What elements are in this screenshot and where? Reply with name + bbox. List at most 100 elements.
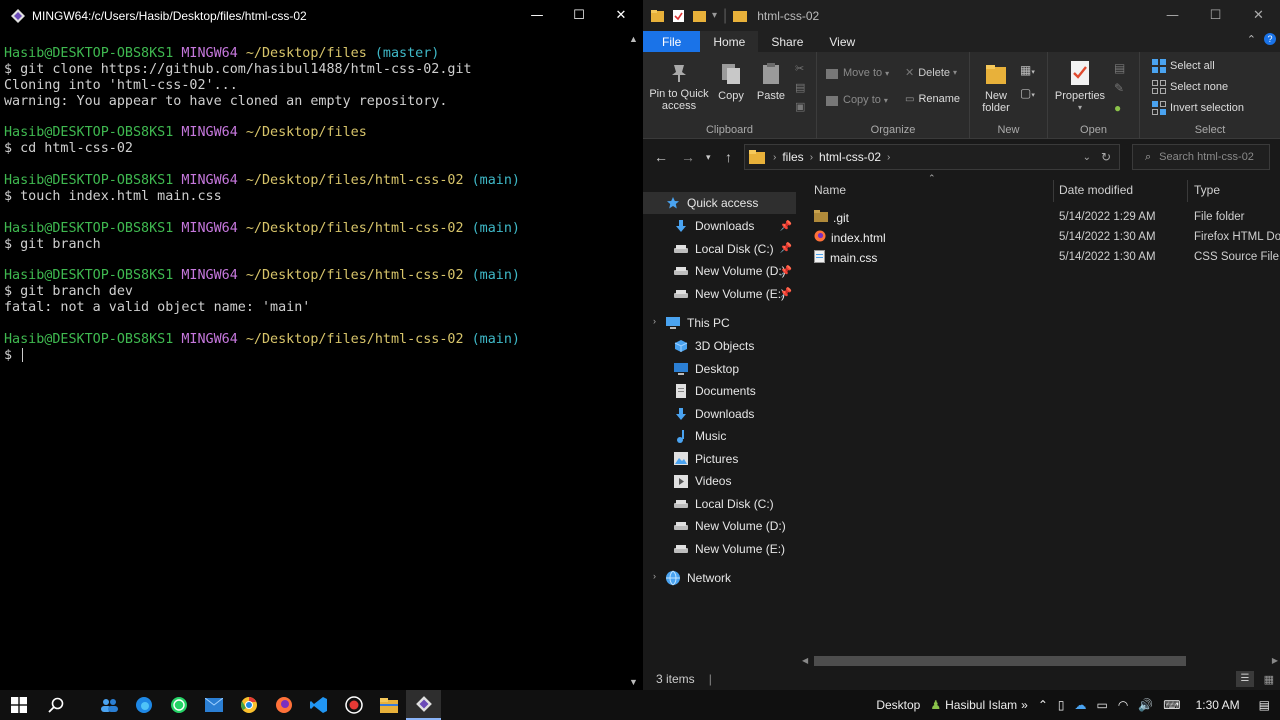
sidebar-item-pc-5[interactable]: Pictures xyxy=(643,448,796,470)
taskbar-edge[interactable] xyxy=(126,690,161,720)
up-arrow-icon[interactable]: ↑ xyxy=(725,149,732,165)
clock[interactable]: 1:30 AM xyxy=(1196,698,1240,712)
minimize-button[interactable]: — xyxy=(1151,0,1194,31)
cloud-icon[interactable]: ☁ xyxy=(1075,698,1087,712)
sidebar-item-pc-1[interactable]: Desktop xyxy=(643,358,796,380)
keyboard-icon[interactable]: ⌨ xyxy=(1163,698,1180,712)
chevron-down-icon[interactable]: ▾ xyxy=(1078,102,1082,114)
tab-home[interactable]: Home xyxy=(700,31,759,52)
new-item-icon[interactable]: ▦▾ xyxy=(1020,60,1035,83)
maximize-button[interactable]: ☐ xyxy=(558,0,600,31)
navigation-pane[interactable]: Quick access Downloads 📌 Local Disk (C:) 📌 Ne… xyxy=(643,176,796,668)
sidebar-item-quick-access[interactable]: Quick access xyxy=(643,192,796,214)
history-icon[interactable]: ● xyxy=(1114,98,1125,118)
terminal-scrollbar[interactable]: ▲ ▼ xyxy=(625,31,642,690)
paste-shortcut-icon[interactable]: ▣ xyxy=(795,98,805,117)
breadcrumb-chevron-icon[interactable]: › xyxy=(887,152,890,163)
table-row[interactable]: index.html 5/14/2022 1:30 AM Firefox HTML … xyxy=(796,227,1280,247)
easy-access-icon[interactable]: ▢▾ xyxy=(1020,83,1035,106)
taskbar-people[interactable] xyxy=(91,690,126,720)
close-button[interactable]: ✕ xyxy=(1237,0,1280,31)
show-hidden-icons-icon[interactable]: ⌃ xyxy=(1038,698,1048,712)
explorer-titlebar[interactable]: ▾ | html-css-02 — ☐ ✕ xyxy=(643,0,1280,31)
scroll-up-icon[interactable]: ▲ xyxy=(625,31,642,47)
taskbar-vscode[interactable] xyxy=(301,690,336,720)
breadcrumb-chevron-icon[interactable]: › xyxy=(810,152,813,163)
microphone-icon[interactable]: ▯ xyxy=(1058,698,1065,712)
user-toolbar[interactable]: ♟ Hasibul Islam » xyxy=(930,698,1027,712)
sidebar-item-pc-3[interactable]: Downloads xyxy=(643,403,796,425)
new-folder-icon[interactable] xyxy=(693,9,706,23)
refresh-icon[interactable]: ↻ xyxy=(1101,150,1111,164)
delete-button[interactable]: ✕ Delete ▾ xyxy=(905,66,957,80)
sidebar-item-quick-1[interactable]: Local Disk (C:) 📌 xyxy=(643,238,796,260)
sidebar-item-pc-8[interactable]: New Volume (D:) xyxy=(643,515,796,537)
file-explorer-window[interactable]: ▾ | html-css-02 — ☐ ✕ File Home Share Vi… xyxy=(643,0,1280,690)
terminal-output[interactable]: Hasib@DESKTOP-OBS8KS1 MINGW64 ~/Desktop/… xyxy=(4,46,624,364)
close-button[interactable]: ✕ xyxy=(600,0,642,31)
sidebar-item-network[interactable]: Network xyxy=(643,567,796,589)
taskbar-whatsapp[interactable] xyxy=(161,690,196,720)
chevron-down-icon[interactable]: ⌄ xyxy=(1083,152,1091,163)
sidebar-item-pc-6[interactable]: Videos xyxy=(643,470,796,492)
start-button[interactable] xyxy=(0,690,38,720)
tab-view[interactable]: View xyxy=(816,31,868,52)
collapse-ribbon-icon[interactable]: ⌃ xyxy=(1247,33,1256,46)
maximize-button[interactable]: ☐ xyxy=(1194,0,1237,31)
column-header-name[interactable]: Name xyxy=(814,183,846,197)
terminal-window[interactable]: MINGW64:/c/Users/Hasib/Desktop/files/htm… xyxy=(0,0,642,690)
rename-button[interactable]: ▭ Rename xyxy=(905,93,960,105)
table-row[interactable]: .git 5/14/2022 1:29 AM File folder xyxy=(796,207,1280,227)
sidebar-item-pc-4[interactable]: Music xyxy=(643,425,796,447)
tab-file[interactable]: File xyxy=(643,31,701,52)
address-bar[interactable]: › files › html-css-02 › ⌄ ↻ xyxy=(744,144,1120,170)
properties-icon[interactable] xyxy=(672,9,685,23)
tab-share[interactable]: Share xyxy=(758,31,816,52)
pin-to-quick-access-button[interactable]: Pin to Quick access xyxy=(649,62,709,112)
sidebar-item-pc-2[interactable]: Documents xyxy=(643,380,796,402)
battery-icon[interactable]: ▭ xyxy=(1097,698,1108,712)
desktop-toolbar[interactable]: Desktop xyxy=(876,698,920,712)
scroll-right-icon[interactable]: ▶ xyxy=(1272,654,1278,668)
breadcrumb-chevron-icon[interactable]: › xyxy=(773,152,776,163)
recent-locations-icon[interactable]: ▾ xyxy=(706,152,711,163)
scroll-down-icon[interactable]: ▼ xyxy=(625,674,642,690)
edit-icon[interactable]: ✎ xyxy=(1114,78,1125,98)
forward-arrow-icon[interactable]: → xyxy=(681,149,695,165)
sidebar-item-quick-3[interactable]: New Volume (E:) 📌 xyxy=(643,283,796,305)
copy-to-button[interactable]: Copy to ▾ xyxy=(825,93,888,107)
sidebar-item-pc-7[interactable]: Local Disk (C:) xyxy=(643,493,796,515)
copy-path-icon[interactable]: ▤ xyxy=(795,79,805,98)
notification-icon[interactable]: ▤ xyxy=(1259,698,1270,712)
sidebar-item-quick-2[interactable]: New Volume (D:) 📌 xyxy=(643,260,796,282)
copy-button[interactable]: Copy xyxy=(713,62,749,102)
sidebar-item-pc-9[interactable]: New Volume (E:) xyxy=(643,538,796,560)
sidebar-item-this-pc[interactable]: This PC xyxy=(643,312,796,334)
back-arrow-icon[interactable]: ← xyxy=(654,149,668,165)
scrollbar-thumb[interactable] xyxy=(814,656,1186,666)
taskbar-git-bash[interactable] xyxy=(406,690,441,720)
taskbar-mail[interactable] xyxy=(196,690,231,720)
column-header-date[interactable]: Date modified xyxy=(1059,183,1133,197)
invert-selection-button[interactable]: Invert selection xyxy=(1152,101,1244,115)
chevron-down-icon[interactable]: ▾ xyxy=(712,10,717,21)
breadcrumb-files[interactable]: files xyxy=(782,150,803,164)
column-header-type[interactable]: Type xyxy=(1194,183,1220,197)
sidebar-item-pc-0[interactable]: 3D Objects xyxy=(643,335,796,357)
new-folder-button[interactable]: New folder xyxy=(978,62,1014,114)
details-view-icon[interactable]: ☰ xyxy=(1236,671,1254,687)
sidebar-item-quick-0[interactable]: Downloads 📌 xyxy=(643,215,796,237)
taskbar-file-explorer[interactable] xyxy=(371,690,406,720)
search-button[interactable] xyxy=(38,690,73,720)
taskbar-chrome[interactable] xyxy=(231,690,266,720)
horizontal-scrollbar[interactable]: ◀ ▶ xyxy=(796,654,1280,668)
help-icon[interactable]: ? xyxy=(1264,33,1276,45)
cut-icon[interactable]: ✂ xyxy=(795,60,805,79)
wifi-icon[interactable]: ◠ xyxy=(1118,698,1128,712)
volume-icon[interactable]: 🔊 xyxy=(1138,698,1153,712)
table-row[interactable]: main.css 5/14/2022 1:30 AM CSS Source File xyxy=(796,247,1280,267)
taskbar-recorder[interactable] xyxy=(336,690,371,720)
taskbar-firefox[interactable] xyxy=(266,690,301,720)
select-all-button[interactable]: Select all xyxy=(1152,59,1215,73)
search-input[interactable]: ⌕ Search html-css-02 xyxy=(1132,144,1270,170)
